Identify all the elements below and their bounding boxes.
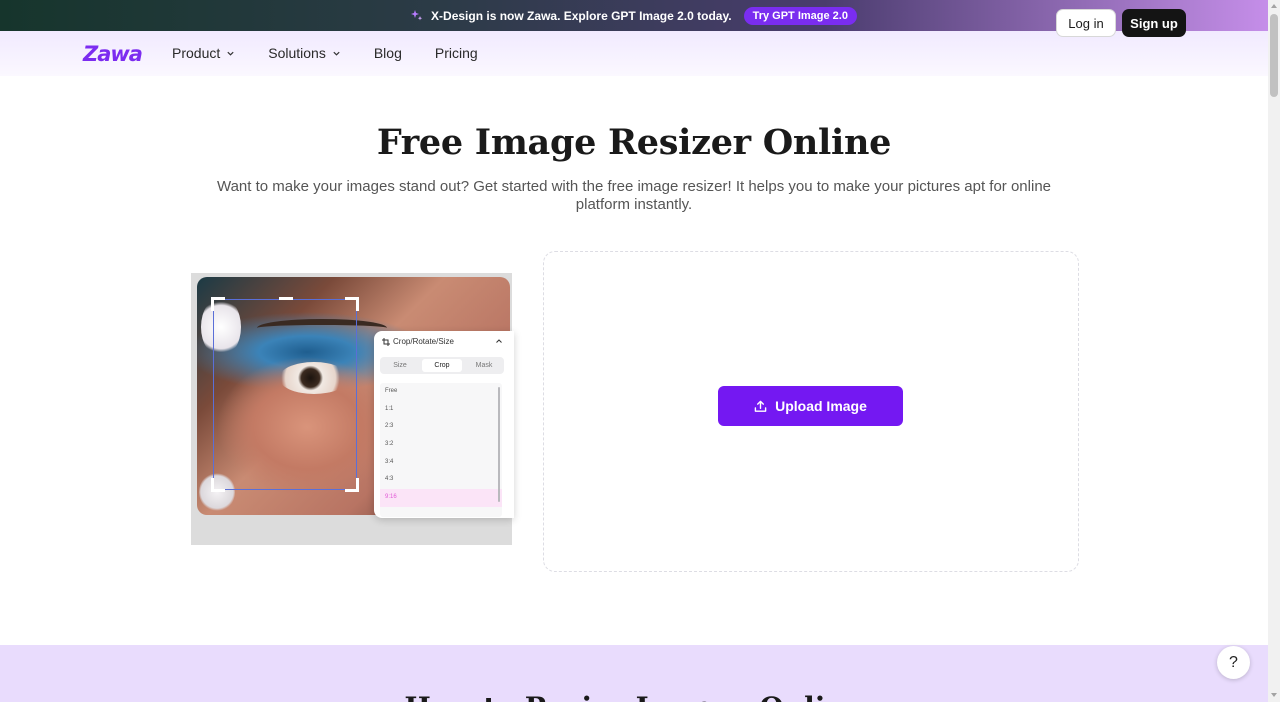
nav-product[interactable]: Product	[172, 45, 235, 61]
crop-handle	[279, 297, 293, 300]
upload-icon	[754, 400, 767, 412]
nav-solutions[interactable]: Solutions	[268, 45, 341, 61]
ratio-option: Free	[385, 388, 398, 394]
section-title: How to Resize Images Online	[0, 691, 1268, 702]
page: X-Design is now Zawa. Explore GPT Image …	[0, 0, 1280, 702]
signup-button[interactable]: Sign up	[1122, 9, 1186, 37]
ratio-option: 3:2	[385, 441, 394, 448]
crop-icon	[382, 337, 390, 346]
help-button[interactable]: ?	[1217, 646, 1250, 679]
crop-handle	[345, 297, 359, 311]
nav-pricing-label: Pricing	[434, 45, 478, 61]
crop-handle	[211, 297, 225, 311]
page-title: Free Image Resizer Online	[376, 122, 892, 163]
nav-product-label: Product	[172, 45, 221, 61]
announcement-text: X-Design is now Zawa. Explore GPT Image …	[431, 8, 732, 23]
ratio-option: 4:3	[385, 476, 394, 483]
ratio-option: 3:4	[385, 458, 394, 465]
crop-handle	[211, 478, 225, 492]
tab-crop: Crop	[422, 359, 462, 372]
nav-pricing[interactable]: Pricing	[435, 45, 478, 61]
site-header: Zawa Product Solutions Blog Pricing	[0, 31, 1268, 76]
nav-blog[interactable]: Blog	[374, 45, 402, 61]
zawa-logo[interactable]: Zawa	[83, 42, 143, 66]
panel-title: Crop/Rotate/Size	[382, 337, 454, 346]
scrollbar-thumb[interactable]	[1270, 14, 1278, 97]
main-nav: Product Solutions Blog Pricing	[172, 45, 511, 61]
try-gpt-image-button[interactable]: Try GPT Image 2.0	[743, 6, 857, 25]
login-button[interactable]: Log in	[1056, 9, 1116, 37]
nav-solutions-label: Solutions	[268, 45, 326, 61]
ratio-list: Free 1:1 2:3 3:2 3:4 4:3 9:16	[380, 383, 502, 517]
chevron-down-icon	[227, 51, 234, 56]
chevron-down-icon	[333, 51, 340, 56]
crop-settings-panel: Crop/Rotate/Size Size Crop Mask Free 1:1…	[374, 331, 514, 518]
nav-blog-label: Blog	[373, 45, 402, 61]
list-scrollbar	[498, 387, 500, 502]
sparkle-icon	[411, 9, 423, 20]
how-to-section: How to Resize Images Online	[0, 645, 1268, 702]
chevron-up-icon	[496, 339, 502, 343]
tab-mask: Mask	[475, 362, 493, 369]
crop-frame	[213, 299, 357, 490]
crop-handle	[345, 478, 359, 492]
page-subtitle: Want to make your images stand out? Get …	[216, 178, 1052, 213]
upload-image-label: Upload Image	[775, 398, 867, 414]
panel-title-text: Crop/Rotate/Size	[393, 337, 454, 346]
panel-tabs: Size Crop Mask	[380, 357, 504, 374]
upload-image-button[interactable]: Upload Image	[718, 386, 903, 426]
page-scrollbar[interactable]	[1268, 0, 1280, 702]
scroll-up-arrow-icon[interactable]	[1271, 4, 1277, 8]
ratio-option: 1:1	[385, 405, 394, 412]
scroll-down-arrow-icon[interactable]	[1271, 693, 1277, 697]
tab-size: Size	[393, 362, 407, 369]
ratio-option-selected: 9:16	[380, 489, 502, 507]
ratio-option: 2:3	[385, 423, 394, 430]
